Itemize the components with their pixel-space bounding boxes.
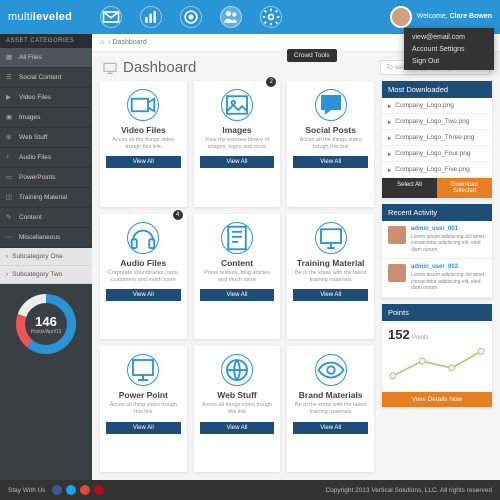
social-icon xyxy=(315,89,347,121)
nav-target-icon[interactable] xyxy=(180,6,202,28)
sidebar-item-images[interactable]: ▣Images xyxy=(0,108,92,128)
top-nav xyxy=(100,6,282,28)
crumb-current: Dashboard xyxy=(113,39,147,46)
gauge-label: Points/April13 xyxy=(31,329,62,335)
select-all-button[interactable]: Select All xyxy=(382,178,437,198)
sidebar-header: ASSET CATEGORIES xyxy=(0,34,92,48)
social-links xyxy=(52,485,104,495)
sidebar-item-web[interactable]: ⊕Web Stuff xyxy=(0,128,92,148)
brand-icon xyxy=(315,354,347,386)
page-title: Dashboard xyxy=(102,59,196,76)
points-panel: Points 152 Points View Details Now xyxy=(382,304,492,407)
sidebar: ASSET CATEGORIES ▦All Files ☰Social Cont… xyxy=(0,34,92,480)
view-all-button[interactable]: View All xyxy=(293,422,368,434)
view-all-button[interactable]: View All xyxy=(106,156,181,168)
view-all-button[interactable]: View All xyxy=(106,422,181,434)
downloads-panel: Most Downloaded ▸Company_Logo.png ▸Compa… xyxy=(382,81,492,198)
sidebar-item-misc[interactable]: ⋯Miscellaneous xyxy=(0,228,92,248)
card-training: Training MaterialBe in the know with the… xyxy=(287,214,374,340)
download-item[interactable]: ▸Company_Logo_Three.png xyxy=(382,130,492,146)
nav-mail-icon[interactable] xyxy=(100,6,122,28)
panel-title: Most Downloaded xyxy=(382,81,492,98)
sidebar-sub-2[interactable]: ›Subcategory Two xyxy=(0,266,92,284)
sidebar-sub-1[interactable]: ›Subcategory One xyxy=(0,248,92,266)
card-images: 2 ImagesView the extense library of imag… xyxy=(194,81,281,207)
download-item[interactable]: ▸Company_Logo_Four.png xyxy=(382,146,492,162)
content-icon xyxy=(221,222,253,254)
panel-title: Recent Activity xyxy=(382,204,492,221)
card-audio: 4 Audio FilesCorporate soundtracks, raps… xyxy=(100,214,187,340)
activity-item[interactable]: admin_user_001Lorem ipsum adipiscing dol… xyxy=(382,221,492,259)
avatar xyxy=(388,226,406,244)
stay-label: Stay With Us xyxy=(8,487,46,494)
card-content: ContentPress releses, blog articles and … xyxy=(194,214,281,340)
download-selected-button[interactable]: Download Selected xyxy=(437,178,492,198)
download-item[interactable]: ▸Company_Logo.png xyxy=(382,98,492,114)
card-ppt: Power PointAcces all thing video trough … xyxy=(100,346,187,472)
download-item[interactable]: ▸Company_Logo_Five.png xyxy=(382,162,492,178)
sidebar-item-content[interactable]: ✎Content xyxy=(0,208,92,228)
avatar xyxy=(388,264,406,282)
images-icon xyxy=(221,89,253,121)
social-pin-icon[interactable] xyxy=(94,485,104,495)
social-fb-icon[interactable] xyxy=(52,485,62,495)
tooltip-crowd: Crowd Tools xyxy=(287,49,337,62)
copyright: Copyright 2013 Vertical Solutions, LLC. … xyxy=(325,487,492,494)
view-all-button[interactable]: View All xyxy=(200,156,275,168)
view-all-button[interactable]: View All xyxy=(293,156,368,168)
user-dropdown: view@email.com Account Settigns Sign Out xyxy=(404,28,494,70)
training-icon xyxy=(315,222,347,254)
gauge-value: 146 xyxy=(35,314,57,329)
user-menu[interactable]: Welcome, Clare Bowen xyxy=(390,6,492,28)
points-value: 152 xyxy=(388,327,410,342)
sidebar-item-ppt[interactable]: ▭PowerPoints xyxy=(0,168,92,188)
user-avatar xyxy=(390,6,412,28)
view-details-button[interactable]: View Details Now xyxy=(382,392,492,407)
nav-gear-icon[interactable] xyxy=(260,6,282,28)
user-email: view@email.com xyxy=(404,31,494,43)
view-all-button[interactable]: View All xyxy=(293,289,368,301)
menu-settings[interactable]: Account Settigns xyxy=(404,43,494,55)
sidebar-item-audio[interactable]: ♪Audio Files xyxy=(0,148,92,168)
sidebar-item-all[interactable]: ▦All Files xyxy=(0,48,92,68)
sidebar-item-social[interactable]: ☰Social Content xyxy=(0,68,92,88)
nav-users-icon[interactable] xyxy=(220,6,242,28)
activity-panel: Recent Activity admin_user_001Lorem ipsu… xyxy=(382,204,492,298)
video-icon xyxy=(127,89,159,121)
menu-signout[interactable]: Sign Out xyxy=(404,55,494,67)
badge-images: 2 xyxy=(266,77,276,87)
audio-icon xyxy=(127,222,159,254)
home-icon[interactable]: ⌂ xyxy=(100,39,104,46)
ppt-icon xyxy=(127,354,159,386)
social-tw-icon[interactable] xyxy=(66,485,76,495)
social-gp-icon[interactable] xyxy=(80,485,90,495)
points-chart xyxy=(388,346,486,386)
activity-item[interactable]: admin_user_002Lorem ipsum adipiscing dol… xyxy=(382,259,492,297)
download-item[interactable]: ▸Company_Logo_Two.png xyxy=(382,114,492,130)
footer: Stay With Us Copyright 2013 Vertical Sol… xyxy=(0,480,500,500)
card-social: Social PostsAcces all the things video t… xyxy=(287,81,374,207)
sidebar-item-training[interactable]: ◫Training Material xyxy=(0,188,92,208)
view-all-button[interactable]: View All xyxy=(106,289,181,301)
view-all-button[interactable]: View All xyxy=(200,422,275,434)
user-welcome: Welcome, Clare Bowen xyxy=(417,13,492,21)
badge-audio: 4 xyxy=(173,210,183,220)
view-all-button[interactable]: View All xyxy=(200,289,275,301)
cards-grid: Video FilesAcces all the things video tr… xyxy=(100,81,374,472)
card-brand: Brand MaterialsBe in the know with the l… xyxy=(287,346,374,472)
sidebar-item-video[interactable]: ▶Video Files xyxy=(0,88,92,108)
brand-logo[interactable]: multileveled xyxy=(8,11,72,23)
topbar: multileveled Welcome, Clare Bowen view@e… xyxy=(0,0,500,34)
nav-stats-icon[interactable] xyxy=(140,6,162,28)
web-icon xyxy=(221,354,253,386)
card-web: Web StuffAcces all things video trough t… xyxy=(194,346,281,472)
panel-title: Points xyxy=(382,304,492,321)
points-gauge: 146 Points/April13 xyxy=(16,294,76,354)
card-video: Video FilesAcces all the things video tr… xyxy=(100,81,187,207)
